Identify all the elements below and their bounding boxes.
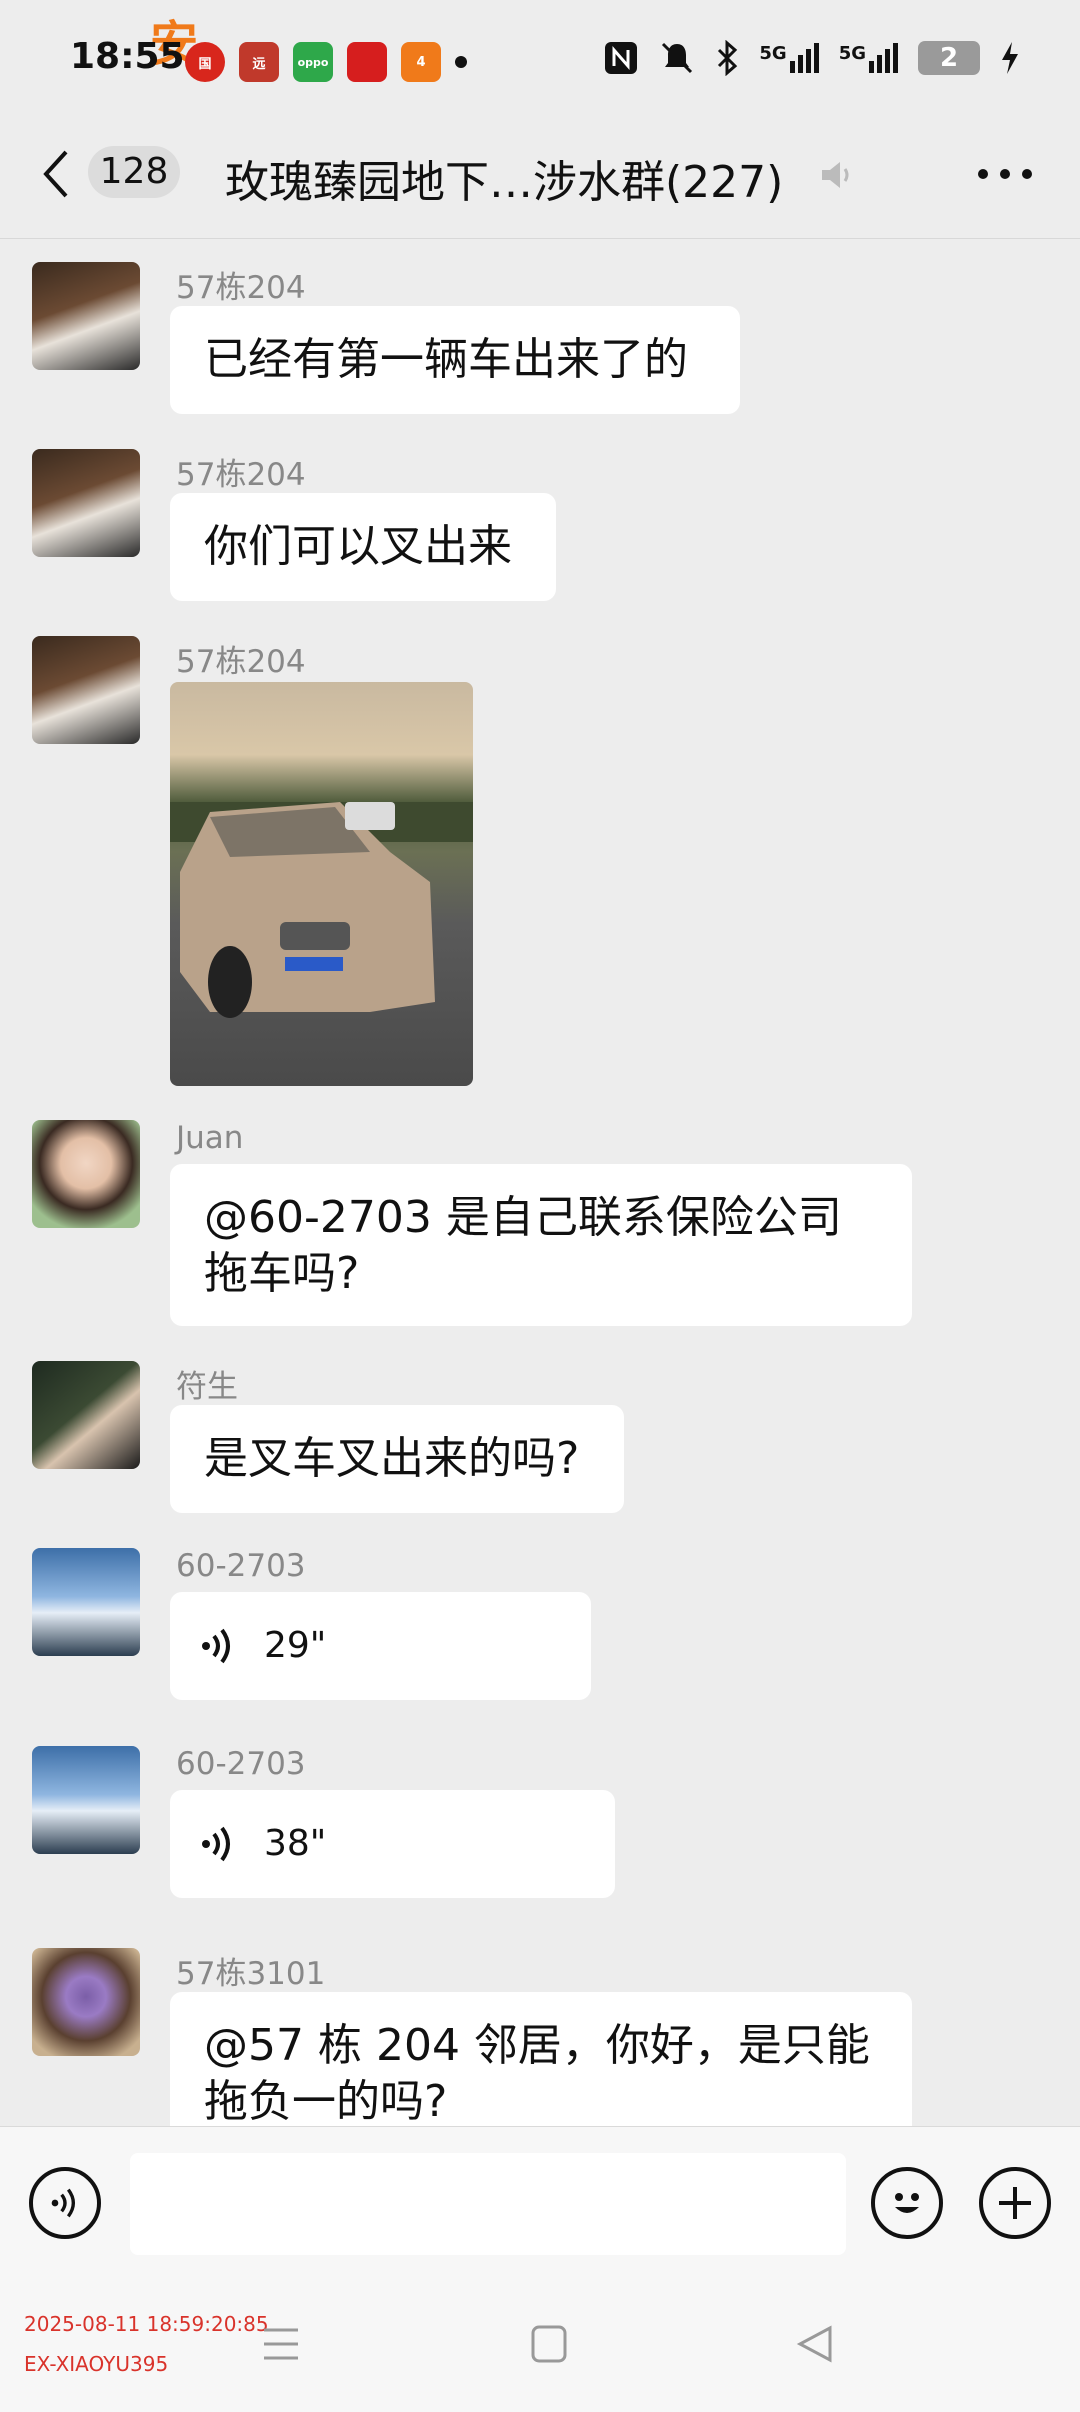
voice-duration: 38" [264,1823,327,1864]
sender-name: 符生 [176,1369,238,1405]
app-icon-game: 远 [239,42,279,82]
sender-name: 57栋204 [176,270,306,306]
more-options-icon[interactable] [975,144,1035,195]
app-icon-orange: 4 [401,42,441,82]
sender-name: 57栋204 [176,457,306,493]
avatar[interactable] [32,1948,140,2056]
battery-indicator: 2 [918,41,980,75]
network-label: 5G [759,43,787,64]
home-icon[interactable] [530,2324,568,2364]
status-time: 18:55 [70,36,185,77]
avatar[interactable] [32,262,140,370]
bluetooth-icon [718,40,738,76]
smiley-icon [895,2193,919,2213]
app-icon-red [347,42,387,82]
network-label-2: 5G [838,43,866,64]
avatar[interactable] [32,636,140,744]
avatar[interactable] [32,449,140,557]
app-icon-oppo: oppo [293,42,333,82]
message-bubble[interactable]: 你们可以叉出来 [170,493,556,601]
signal-5g-2: 5G [839,43,898,73]
chat-header: 128 玫瑰臻园地下…涉水群(227) [0,120,1080,239]
unread-count-badge[interactable]: 128 [88,146,180,198]
charging-bolt-icon [1002,42,1018,74]
menu-icon[interactable] [262,2324,300,2364]
more-notifications-dot [455,56,467,68]
system-icons: 5G 5G 2 [603,40,1020,76]
chat-title: 玫瑰臻园地下…涉水群(227) [225,157,784,208]
voice-message-bubble[interactable]: 38" [170,1790,615,1898]
nfc-icon [605,42,638,74]
back-arrow-icon[interactable] [40,148,70,213]
avatar[interactable] [32,1746,140,1854]
device-id-stamp: EX-XIAOYU395 [24,2352,169,2376]
system-nav-bar: 2025-08-11 18:59:20:85 EX-XIAOYU395 [0,2276,1080,2412]
sender-name: 60-2703 [176,1548,306,1584]
mute-chat-icon [822,162,849,188]
sender-name: 57栋204 [176,644,306,680]
sender-name: Juan [176,1120,244,1156]
message-bubble[interactable]: 已经有第一辆车出来了的 [170,306,740,414]
more-actions-button[interactable] [979,2167,1051,2239]
voice-message-bubble[interactable]: 29" [170,1592,591,1700]
avatar[interactable] [32,1120,140,1228]
avatar[interactable] [32,1548,140,1656]
app-icon-guo: 国 [185,42,225,82]
signal-5g-1: 5G [759,43,819,73]
message-input[interactable] [130,2153,846,2255]
avatar[interactable] [32,1361,140,1469]
message-bubble[interactable]: 是叉车叉出来的吗? [170,1405,624,1513]
voice-wave-icon [202,1826,230,1862]
mute-bell-icon [662,42,693,74]
back-nav-icon[interactable] [796,2324,834,2364]
sender-name: 57栋3101 [176,1956,326,1992]
input-bar [0,2126,1080,2277]
voice-input-button[interactable] [29,2167,101,2239]
notification-icons: 国 远 oppo 4 [185,42,467,82]
sender-name: 60-2703 [176,1746,306,1782]
muddy-car-photo[interactable] [170,682,473,1086]
status-bar: 安 18:55 国 远 oppo 4 5G 5G 2 [0,0,1080,120]
voice-wave-icon [51,2188,75,2218]
emoji-button[interactable] [871,2167,943,2239]
voice-duration: 29" [264,1625,327,1666]
plus-icon [999,2187,1031,2219]
timestamp-stamp: 2025-08-11 18:59:20:85 [24,2312,269,2336]
voice-wave-icon [202,1628,230,1664]
message-bubble[interactable]: @60-2703 是自己联系保险公司拖车吗? [170,1164,912,1326]
